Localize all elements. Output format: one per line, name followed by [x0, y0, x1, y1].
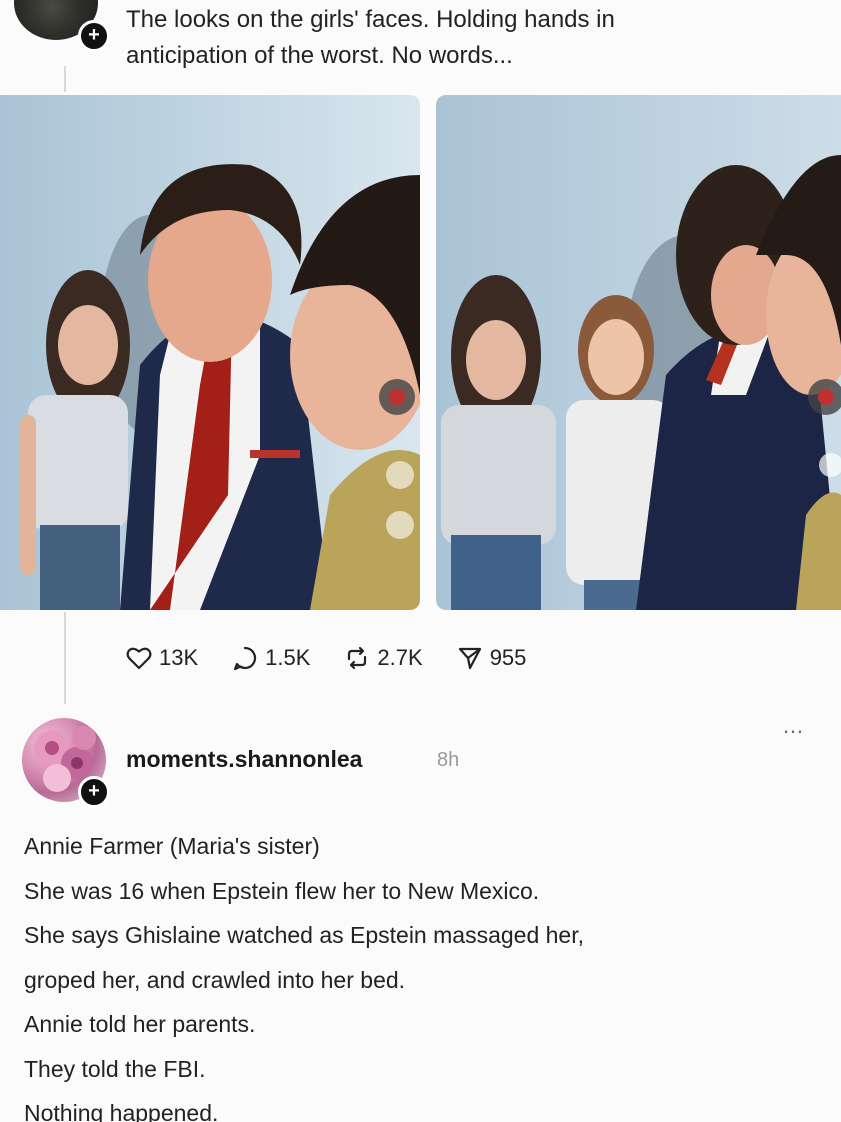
thread-page: + The looks on the girls' faces. Holding… — [0, 0, 841, 1122]
like-count: 13K — [159, 645, 199, 670]
comment-count: 1.5K — [265, 645, 311, 670]
repost-count: 2.7K — [377, 645, 423, 670]
reply-line: Nothing happened. — [24, 1100, 219, 1122]
reply-line: groped her, and crawled into her bed. — [24, 966, 406, 993]
heart-icon — [126, 647, 152, 670]
share-count: 955 — [489, 645, 527, 670]
post-image-left[interactable] — [0, 95, 420, 610]
reply-text: Annie Farmer (Maria's sister) She was 16… — [24, 824, 824, 1122]
repost-button[interactable]: 2.7K — [344, 645, 423, 671]
reply-timestamp: 8h — [437, 749, 460, 771]
like-button[interactable]: 13K — [126, 645, 198, 671]
reply-line: Annie told her parents. — [24, 1011, 256, 1037]
post-caption: The looks on the girls' faces. Holding h… — [126, 2, 826, 74]
comment-button[interactable]: 1.5K — [232, 645, 310, 671]
repost-icon — [348, 646, 367, 670]
photo-left-graphic — [0, 95, 420, 610]
reply-username[interactable]: moments.shannonlea — [126, 746, 362, 773]
thread-connector — [64, 612, 66, 704]
comment-icon — [234, 646, 257, 671]
reply-line: They told the FBI. — [24, 1055, 206, 1082]
reply-line: She was 16 when Epstein flew her to New … — [24, 877, 540, 904]
caption-line: The looks on the girls' faces. Holding h… — [126, 6, 615, 33]
caption-line: anticipation of the worst. No words... — [126, 42, 513, 69]
send-icon — [458, 647, 481, 670]
post-actions: 13K 1.5K 2.7K 955 — [126, 640, 560, 676]
photo-right-graphic — [436, 95, 841, 610]
reply-line: She says Ghislaine watched as Epstein ma… — [24, 922, 584, 948]
share-button[interactable]: 955 — [457, 645, 527, 671]
more-options-icon[interactable]: … — [782, 715, 805, 737]
post-image-right[interactable] — [436, 95, 841, 610]
thread-connector — [64, 66, 66, 92]
reply-line: Annie Farmer (Maria's sister) — [24, 833, 320, 859]
follow-plus-icon[interactable]: + — [78, 776, 110, 808]
follow-plus-icon[interactable]: + — [78, 20, 110, 52]
